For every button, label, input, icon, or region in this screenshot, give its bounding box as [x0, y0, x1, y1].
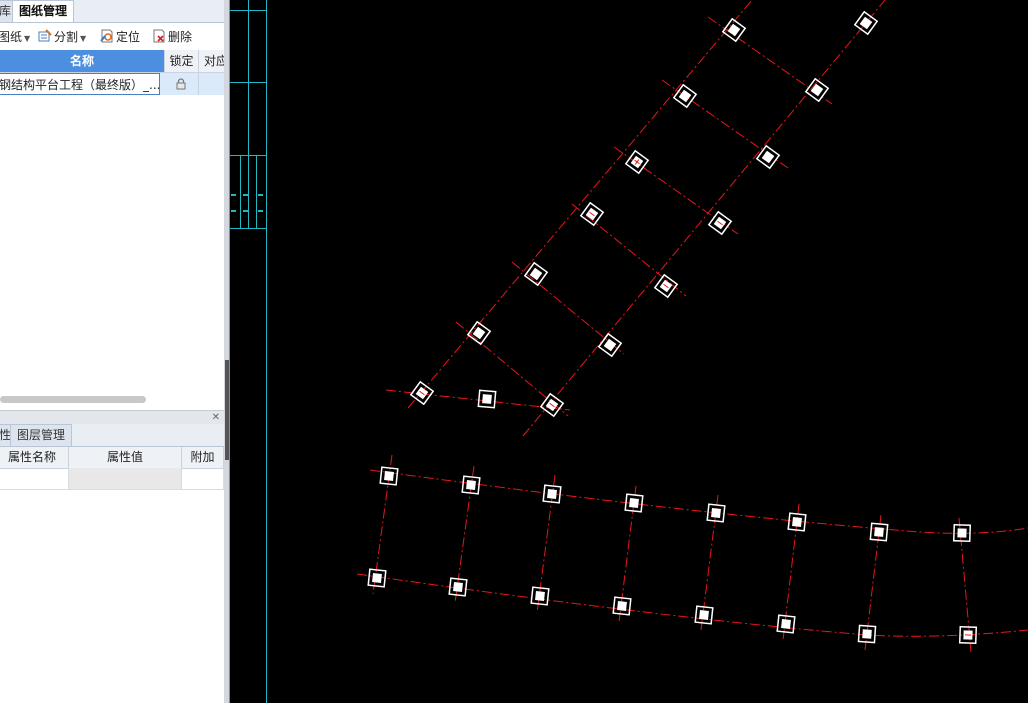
panel-divider: ✕ [0, 410, 224, 424]
horizontal-scrollbar[interactable] [0, 396, 146, 403]
add-drawing-button[interactable]: 图纸 ▼ [0, 28, 30, 46]
cad-drawing-canvas[interactable] [229, 0, 1028, 703]
table-row[interactable]: 钢结构平台工程（最终版）_... [0, 73, 224, 95]
locate-icon [100, 29, 113, 43]
drawing-toolbar: 图纸 ▼ 分割 ▼ 定位 删除 [0, 25, 224, 49]
bottom-tabbar: 性 图层管理 [0, 424, 224, 447]
column-header-name[interactable]: 名称 [0, 50, 165, 72]
column-header-prop-value[interactable]: 属性值 [69, 447, 182, 468]
property-row[interactable] [0, 468, 224, 490]
lock-cell[interactable] [164, 73, 199, 95]
left-panel: 库 图纸管理 图纸 ▼ 分割 ▼ 定位 删除 名称 锁定 对 钢结构平台工程（最… [0, 0, 224, 703]
column-header-prop-name[interactable]: 属性名称 [0, 447, 69, 468]
delete-button[interactable]: 删除 [152, 28, 192, 46]
close-icon[interactable]: ✕ [212, 411, 220, 424]
drawing-name-cell[interactable]: 钢结构平台工程（最终版）_... [0, 73, 160, 95]
lock-icon [176, 78, 186, 90]
locate-button[interactable]: 定位 [100, 28, 140, 46]
split-icon [38, 29, 52, 42]
column-header-lock[interactable]: 锁定 [165, 50, 199, 72]
chevron-down-icon: ▼ [80, 34, 87, 43]
column-header-match[interactable]: 对应 [199, 50, 224, 72]
column-header-extra[interactable]: 附加 [182, 447, 224, 468]
tab-drawing-management[interactable]: 图纸管理 [12, 0, 75, 22]
drawing-grid-header: 名称 锁定 对应 [0, 50, 224, 73]
property-grid-header: 属性名称 属性值 附加 [0, 447, 224, 469]
top-tabbar: 库 图纸管理 [0, 0, 224, 23]
delete-icon [153, 29, 165, 43]
split-button[interactable]: 分割 ▼ [38, 28, 86, 46]
tab-layer-management[interactable]: 图层管理 [10, 424, 73, 446]
chevron-down-icon: ▼ [24, 34, 31, 43]
